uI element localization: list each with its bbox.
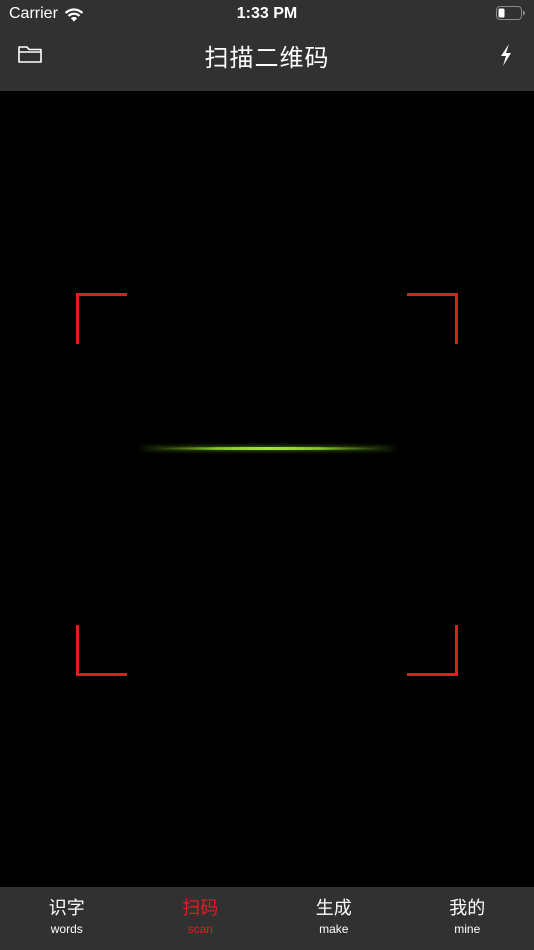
battery-icon bbox=[496, 6, 525, 20]
scan-frame-corner-top-right bbox=[407, 293, 458, 344]
tab-bar: 识字 words 扫码 scan 生成 make 我的 mine bbox=[0, 887, 534, 950]
scan-frame-corner-bottom-right bbox=[407, 625, 458, 676]
scanner-screen: Carrier 1:33 PM 扫描二维码 识字 words 扫码 scan 生… bbox=[0, 0, 534, 950]
tab-words-label: 识字 bbox=[48, 898, 85, 919]
camera-view bbox=[0, 91, 534, 887]
tab-words-sublabel: words bbox=[50, 922, 83, 936]
tab-words[interactable]: 识字 words bbox=[0, 887, 134, 950]
status-time: 1:33 PM bbox=[236, 5, 298, 22]
navigation-bar: 扫描二维码 bbox=[0, 28, 534, 91]
status-bar: Carrier 1:33 PM bbox=[0, 0, 534, 28]
tab-make-sublabel: make bbox=[319, 922, 349, 936]
header: Carrier 1:33 PM 扫描二维码 bbox=[0, 0, 534, 91]
tab-mine-label: 我的 bbox=[449, 898, 486, 919]
tab-mine-sublabel: mine bbox=[454, 922, 481, 936]
scan-line bbox=[140, 447, 396, 450]
tab-scan[interactable]: 扫码 scan bbox=[134, 887, 268, 950]
tab-make-label: 生成 bbox=[315, 898, 352, 919]
tab-make[interactable]: 生成 make bbox=[267, 887, 401, 950]
page-title: 扫描二维码 bbox=[204, 44, 330, 72]
scan-frame-corner-top-left bbox=[76, 293, 127, 344]
tab-scan-sublabel: scan bbox=[187, 922, 213, 936]
tab-scan-label: 扫码 bbox=[182, 898, 219, 919]
flash-icon[interactable] bbox=[496, 42, 516, 68]
tab-mine[interactable]: 我的 mine bbox=[401, 887, 534, 950]
scan-frame-corner-bottom-left bbox=[76, 625, 127, 676]
